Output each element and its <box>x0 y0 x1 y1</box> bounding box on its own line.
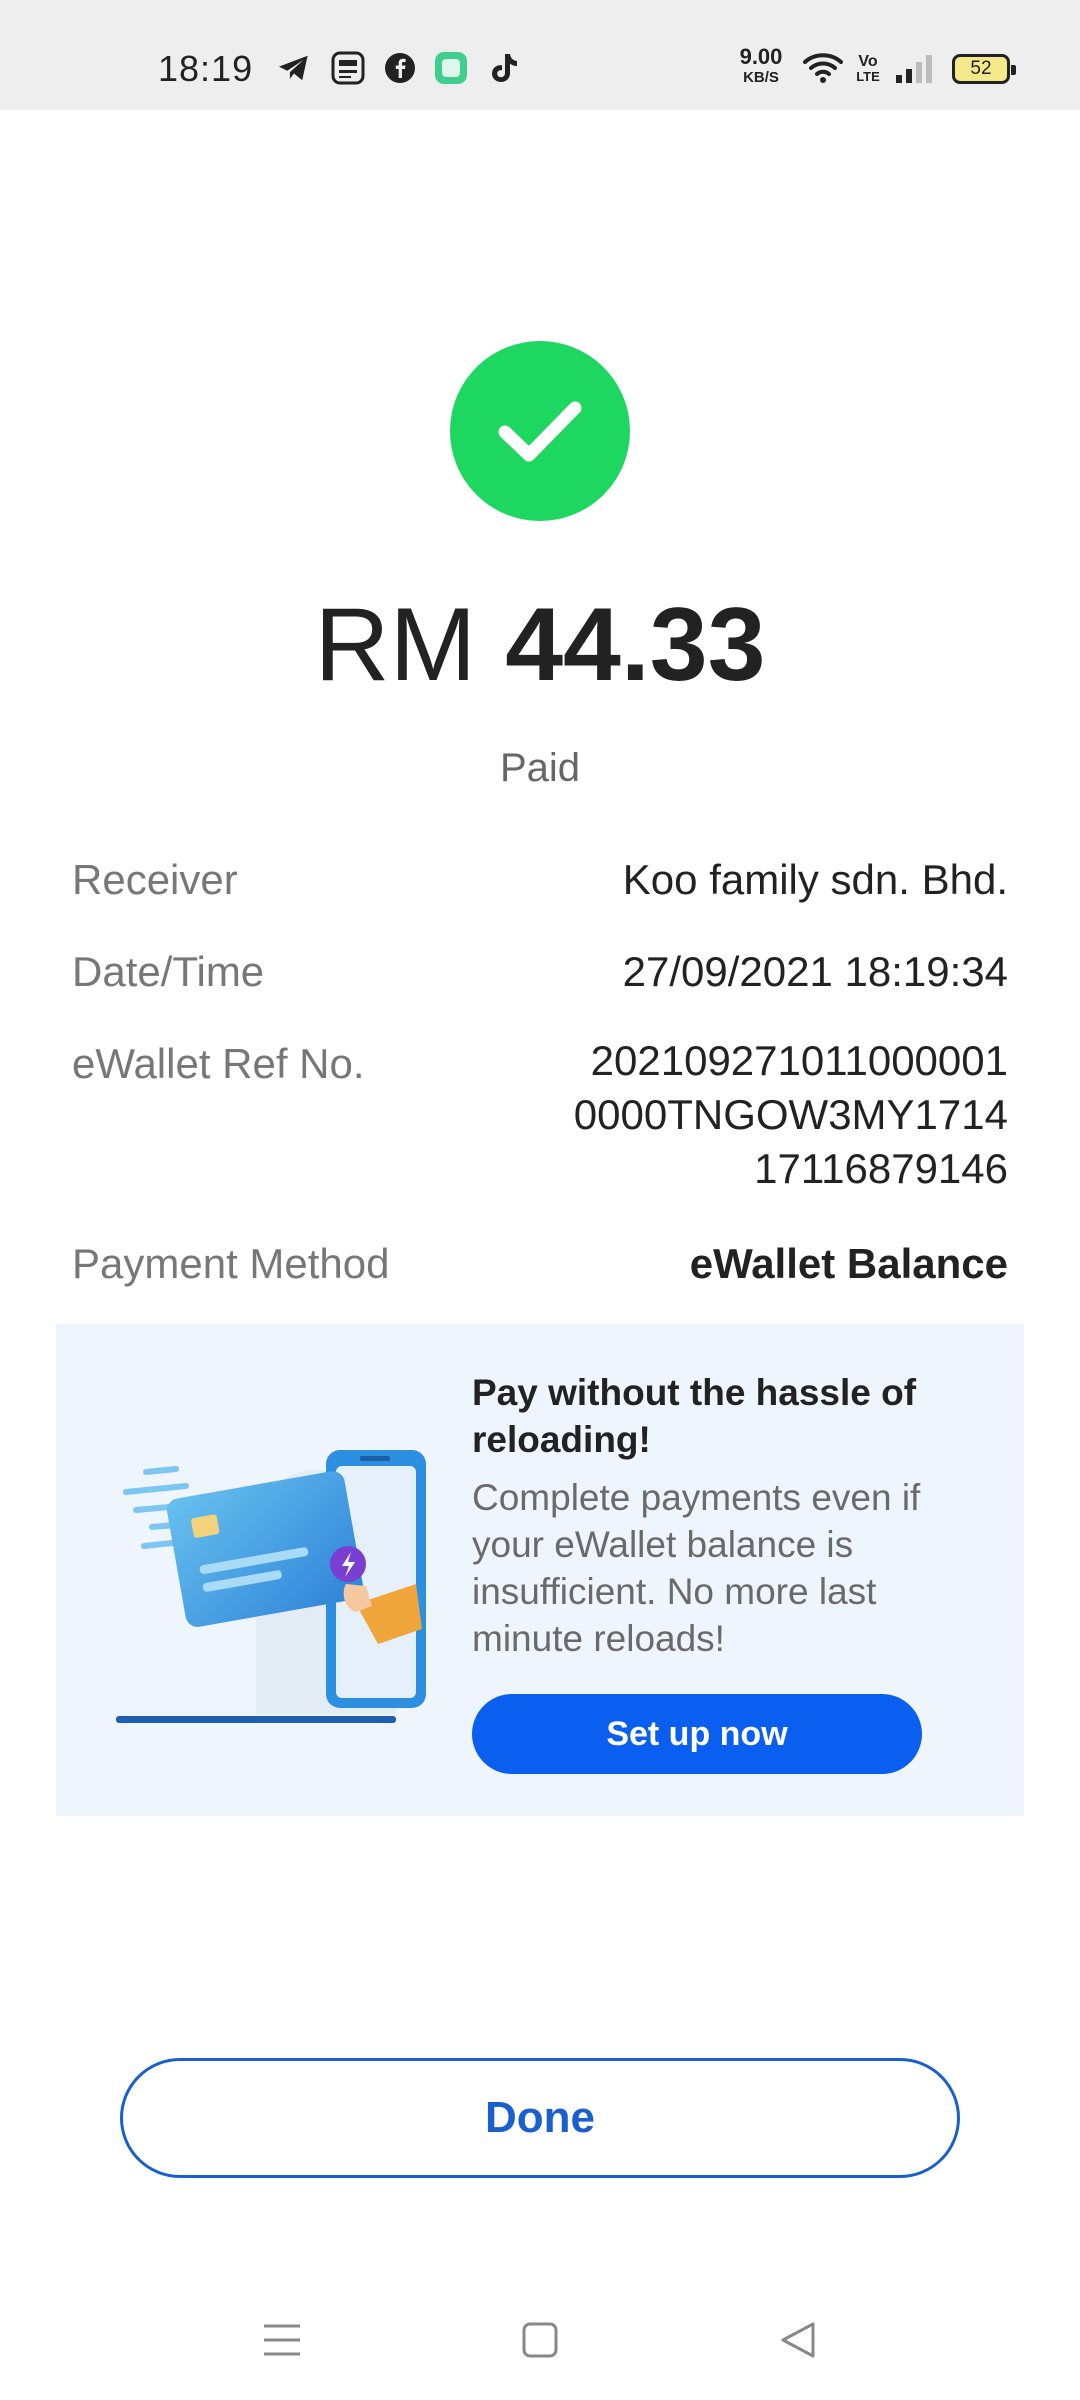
touch-n-go-icon <box>330 50 366 86</box>
promo-body: Complete payments even if your eWallet b… <box>472 1477 921 1659</box>
status-bar: 18:19 9.00 KB/S Vo LTE 52 <box>0 0 1080 110</box>
amount-value: 44.33 <box>505 587 766 703</box>
success-check-icon <box>450 341 630 521</box>
volte-bottom-text: LTE <box>856 68 880 84</box>
datetime-value: 27/09/2021 18:19:34 <box>622 948 1008 995</box>
ref-value: 202109271011000001 0000TNGOW3MY1714 1711… <box>528 1034 1008 1196</box>
promo-card: Pay without the hassle of reloading! Com… <box>56 1324 1024 1816</box>
facebook-icon <box>382 50 418 86</box>
network-speed: 9.00 KB/S <box>733 44 789 86</box>
done-button[interactable]: Done <box>120 2058 960 2178</box>
green-app-icon <box>433 50 469 86</box>
ref-line: 202109271011000001 <box>590 1037 1008 1084</box>
payment-method-label: Payment Method <box>72 1240 390 1287</box>
status-time: 18:19 <box>158 48 254 89</box>
ref-line: 17116879146 <box>754 1145 1008 1192</box>
ref-line: 0000TNGOW3MY1714 <box>573 1091 1008 1138</box>
promo-title: Pay without the hassle of reloading! <box>472 1372 917 1460</box>
network-speed-value: 9.00 <box>739 44 783 69</box>
volte-icon: Vo LTE <box>855 50 881 86</box>
payment-amount: RM 44.33 <box>0 588 1080 702</box>
set-up-now-button[interactable]: Set up now <box>472 1694 922 1774</box>
network-speed-unit: KB/S <box>743 69 779 86</box>
currency: RM <box>314 587 477 703</box>
receiver-value: Koo family sdn. Bhd. <box>622 856 1008 903</box>
receiver-label: Receiver <box>72 856 238 903</box>
signal-icon <box>893 50 935 86</box>
telegram-icon <box>276 50 312 86</box>
payment-status: Paid <box>499 746 581 790</box>
menu-icon[interactable] <box>252 2310 312 2370</box>
ref-label: eWallet Ref No. <box>72 1040 365 1087</box>
tiktok-icon <box>486 50 522 86</box>
battery-level: 52 <box>970 58 992 79</box>
payment-method-value: eWallet Balance <box>689 1240 1008 1287</box>
wifi-icon <box>802 50 844 86</box>
back-icon[interactable] <box>768 2310 828 2370</box>
volte-top-text: Vo <box>858 52 878 70</box>
home-icon[interactable] <box>510 2310 570 2370</box>
datetime-label: Date/Time <box>72 948 265 995</box>
battery-icon: 52 <box>952 54 1016 84</box>
wallet-payment-illustration <box>116 1450 426 1723</box>
